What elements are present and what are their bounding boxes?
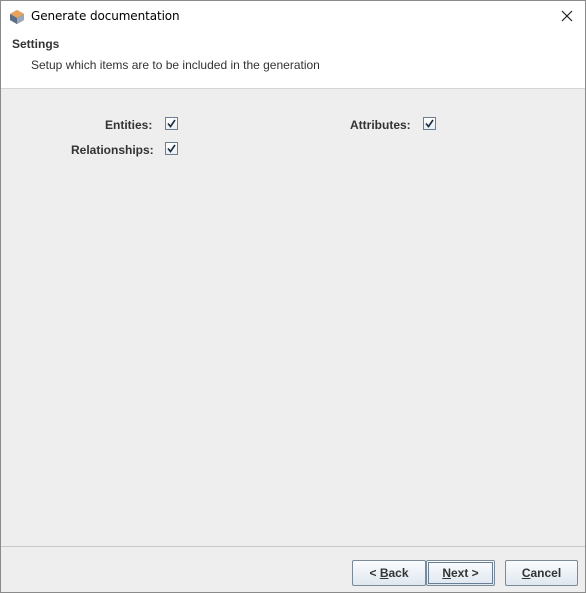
window-title: Generate documentation (31, 9, 180, 23)
checkmark-icon (167, 144, 176, 153)
page-title: Settings (12, 37, 60, 51)
title-bar[interactable]: Generate documentation (1, 1, 585, 32)
close-icon[interactable] (554, 5, 580, 27)
next-button[interactable]: Next > (426, 560, 495, 586)
checkmark-icon (425, 119, 434, 128)
next-button-label: ext > (450, 566, 479, 580)
generate-documentation-dialog: Generate documentation Settings Setup wh… (0, 0, 586, 593)
relationships-label: Relationships: (71, 143, 154, 157)
next-button-mnemonic: N (442, 566, 451, 580)
attributes-label: Attributes: (350, 118, 411, 132)
relationships-checkbox[interactable] (165, 142, 178, 155)
cancel-button-label: ancel (530, 566, 562, 580)
app-logo-icon (9, 9, 25, 25)
attributes-checkbox[interactable] (423, 117, 436, 130)
page-subtitle: Setup which items are to be included in … (31, 58, 320, 72)
checkmark-icon (167, 119, 176, 128)
cancel-button[interactable]: Cancel (505, 560, 578, 586)
entities-checkbox[interactable] (165, 117, 178, 130)
back-button[interactable]: < Back (352, 560, 426, 586)
entities-label: Entities: (105, 118, 153, 132)
back-button-label: ack (388, 566, 409, 580)
button-bar: < Back Next > Cancel (1, 547, 585, 592)
settings-panel: Entities: Attributes: Relationships: (1, 90, 585, 546)
wizard-header: Settings Setup which items are to be inc… (1, 32, 585, 89)
back-button-prefix: < (369, 566, 380, 580)
